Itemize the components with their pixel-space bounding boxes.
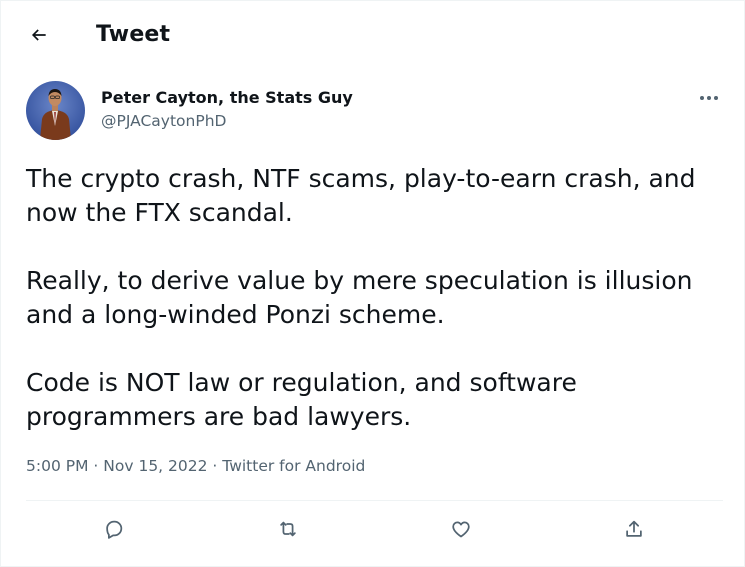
reply-icon bbox=[106, 520, 123, 539]
retweet-button[interactable] bbox=[273, 515, 303, 543]
divider bbox=[26, 500, 723, 501]
like-button[interactable] bbox=[446, 515, 476, 543]
tweet-time[interactable]: 5:00 PM bbox=[26, 457, 88, 475]
arrow-left-icon bbox=[31, 29, 46, 41]
page-title: Tweet bbox=[96, 22, 171, 47]
share-button[interactable] bbox=[619, 515, 649, 543]
ellipsis-icon bbox=[700, 96, 718, 100]
tweet-line: Really, to derive value by mere speculat… bbox=[26, 266, 693, 295]
tweet-line: and a long-winded Ponzi scheme. bbox=[26, 300, 445, 329]
like-icon bbox=[452, 521, 470, 538]
share-icon bbox=[626, 520, 642, 537]
tweet-source: Twitter for Android bbox=[222, 457, 366, 475]
author-handle[interactable]: @PJACaytonPhD bbox=[101, 112, 226, 130]
tweet-date[interactable]: Nov 15, 2022 bbox=[103, 457, 207, 475]
tweet-line: now the FTX scandal. bbox=[26, 198, 293, 227]
meta-separator: · bbox=[93, 457, 99, 475]
author-name[interactable]: Peter Cayton, the Stats Guy bbox=[101, 88, 353, 107]
tweet-line: Code is NOT law or regulation, and softw… bbox=[26, 368, 577, 397]
retweet-icon bbox=[280, 521, 296, 537]
tweet-line: programmers are bad lawyers. bbox=[26, 402, 412, 431]
avatar[interactable] bbox=[26, 81, 85, 140]
back-button[interactable] bbox=[22, 18, 56, 52]
tweet-metadata: 5:00 PM · Nov 15, 2022 · Twitter for And… bbox=[26, 457, 365, 475]
avatar-photo bbox=[26, 81, 85, 140]
tweet-line: The crypto crash, NTF scams, play-to-ear… bbox=[26, 164, 696, 193]
more-options-button[interactable] bbox=[694, 86, 724, 110]
tweet-header: Tweet bbox=[0, 0, 745, 72]
meta-separator: · bbox=[212, 457, 218, 475]
reply-button[interactable] bbox=[99, 515, 129, 543]
tweet-text: The crypto crash, NTF scams, play-to-ear… bbox=[26, 162, 726, 434]
